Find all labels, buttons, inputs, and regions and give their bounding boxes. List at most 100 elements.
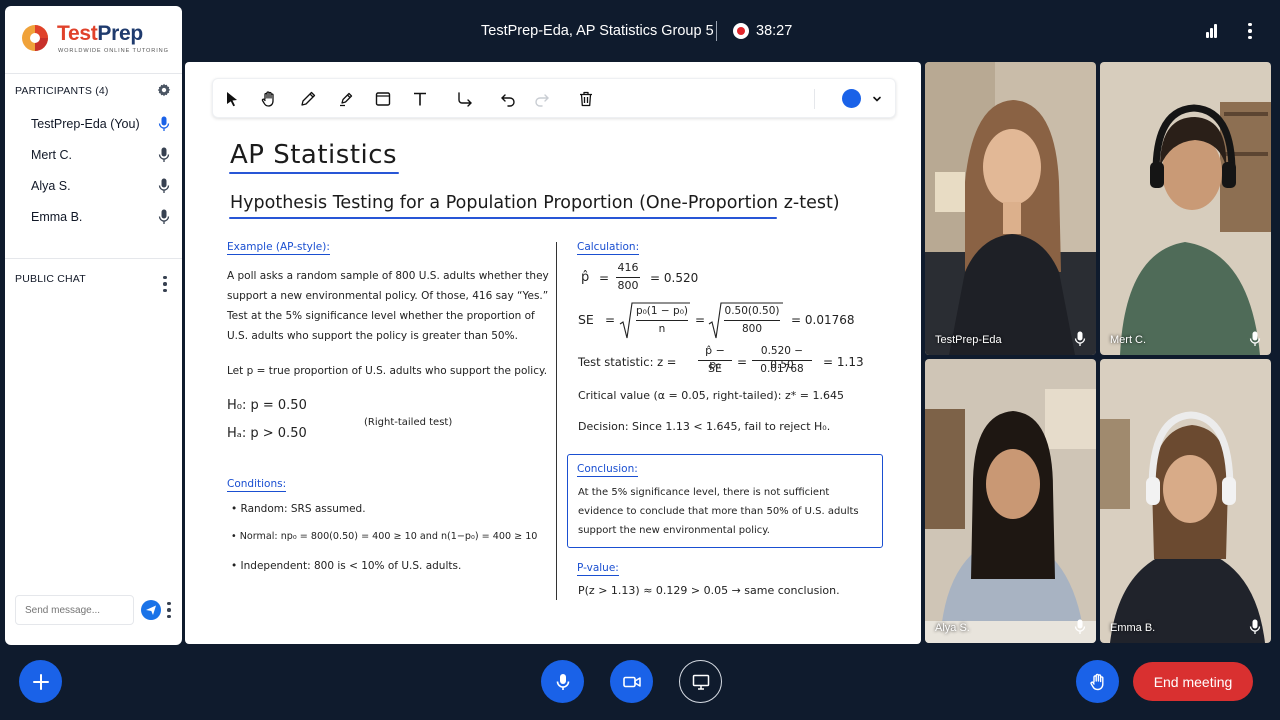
equals-sign: = <box>695 313 706 327</box>
conditions-heading: Conditions: <box>227 478 287 492</box>
mic-icon <box>556 673 569 690</box>
divider <box>5 73 182 74</box>
participant-video <box>1100 359 1271 643</box>
sidebar: TestPrep WORLDWIDE ONLINE TUTORING PARTI… <box>5 6 182 645</box>
phat-denominator: 800 <box>617 279 639 292</box>
camera-button[interactable] <box>610 660 653 703</box>
trash-icon[interactable] <box>575 88 597 110</box>
subtitle-underline <box>229 217 777 219</box>
testprep-logo: TestPrep WORLDWIDE ONLINE TUTORING <box>19 20 179 66</box>
phat-numerator: 416 <box>617 261 639 274</box>
fraction-bar <box>616 277 640 278</box>
divider <box>5 258 182 259</box>
logo-tagline: WORLDWIDE ONLINE TUTORING <box>58 48 169 54</box>
z-label: Test statistic: z = <box>578 355 677 369</box>
alternative-hypothesis: Hₐ: p > 0.50 <box>227 426 307 441</box>
board-title: AP Statistics <box>230 140 398 170</box>
example-line: support a new environmental policy. Of t… <box>227 290 549 302</box>
send-icon <box>146 605 156 615</box>
hand-icon <box>1089 673 1103 690</box>
column-divider <box>556 242 557 600</box>
calculation-heading: Calculation: <box>577 241 640 255</box>
mic-icon <box>1074 331 1086 346</box>
pvalue-heading: P-value: <box>577 562 619 576</box>
text-icon[interactable] <box>409 88 431 110</box>
fraction-bar <box>698 360 732 361</box>
end-meeting-button[interactable]: End meeting <box>1133 662 1253 701</box>
public-chat-heading: PUBLIC CHAT <box>15 273 86 285</box>
se-label: SE <box>578 312 594 327</box>
participant-row[interactable]: TestPrep-Eda (You) <box>31 114 176 136</box>
chevron-down-icon[interactable] <box>871 93 883 105</box>
send-button[interactable] <box>141 600 161 620</box>
mic-icon <box>1074 619 1086 634</box>
whiteboard[interactable]: AP Statistics Hypothesis Testing for a P… <box>185 62 921 644</box>
conclusion-heading: Conclusion: <box>577 463 638 477</box>
phat-label: p̂ <box>581 270 590 285</box>
video-tile[interactable]: Alya S. <box>925 359 1096 643</box>
condition-item: • Normal: np₀ = 800(0.50) = 400 ≥ 10 and… <box>231 531 538 542</box>
z-denominator-value: 0.01768 <box>760 363 804 375</box>
more-options-icon[interactable] <box>1243 20 1257 42</box>
participant-name: Mert C. <box>31 148 72 162</box>
mic-icon[interactable] <box>158 116 170 132</box>
participant-video <box>925 62 1096 355</box>
screen-share-button[interactable] <box>679 660 722 703</box>
color-picker[interactable] <box>842 89 861 108</box>
equals-sign: = <box>605 313 616 327</box>
video-tile[interactable]: Emma B. <box>1100 359 1271 643</box>
parameter-definition: Let p = true proportion of U.S. adults w… <box>227 365 548 377</box>
divider <box>814 89 815 109</box>
equals-sign: = <box>599 271 610 285</box>
divider <box>716 21 717 41</box>
pencil-icon[interactable] <box>297 88 319 110</box>
gear-icon[interactable] <box>157 83 171 97</box>
condition-item: • Random: SRS assumed. <box>231 503 366 515</box>
participant-row[interactable]: Alya S. <box>31 176 176 198</box>
logo-icon <box>22 25 48 51</box>
whiteboard-toolbar <box>212 78 896 118</box>
select-icon[interactable] <box>221 88 243 110</box>
raise-hand-button[interactable] <box>1076 660 1119 703</box>
tail-note: (Right-tailed test) <box>364 417 453 428</box>
critical-value: Critical value (α = 0.05, right-tailed):… <box>578 389 844 402</box>
fraction-bar <box>636 320 688 321</box>
mic-icon[interactable] <box>158 209 170 225</box>
null-hypothesis: H₀: p = 0.50 <box>227 398 307 413</box>
participant-name: Emma B. <box>31 210 83 224</box>
video-tile[interactable]: TestPrep-Eda <box>925 62 1096 355</box>
screen-icon <box>692 674 709 690</box>
z-value: = 1.13 <box>823 355 864 369</box>
logo-text: TestPrep <box>57 22 143 45</box>
signal-icon[interactable] <box>1206 24 1220 38</box>
board-subtitle: Hypothesis Testing for a Population Prop… <box>230 193 840 213</box>
chat-input[interactable] <box>15 595 134 625</box>
phat-value: = 0.520 <box>650 271 699 285</box>
hand-icon[interactable] <box>258 88 280 110</box>
se-numerator: p₀(1 − p₀) <box>635 305 689 317</box>
microphone-button[interactable] <box>541 660 584 703</box>
mic-icon <box>1249 619 1261 634</box>
decision: Decision: Since 1.13 < 1.645, fail to re… <box>578 420 831 433</box>
chat-menu-icon[interactable] <box>159 274 171 294</box>
video-tile[interactable]: Mert C. <box>1100 62 1271 355</box>
chat-options-icon[interactable] <box>163 600 175 620</box>
participant-row[interactable]: Mert C. <box>31 145 176 167</box>
highlighter-icon[interactable] <box>335 88 357 110</box>
equals-sign: = <box>737 355 748 369</box>
rectangle-icon[interactable] <box>372 88 394 110</box>
mic-icon[interactable] <box>158 178 170 194</box>
example-line: A poll asks a random sample of 800 U.S. … <box>227 270 549 282</box>
connector-icon[interactable] <box>454 88 476 110</box>
example-line: U.S. adults who support the policy is gr… <box>227 330 518 342</box>
mic-icon <box>1249 331 1261 346</box>
se-numerator-value: 0.50(0.50) <box>724 305 780 317</box>
redo-icon[interactable] <box>531 88 553 110</box>
fraction-bar <box>724 320 780 321</box>
undo-icon[interactable] <box>497 88 519 110</box>
add-button[interactable] <box>19 660 62 703</box>
video-name-label: Alya S. <box>935 622 970 634</box>
participant-row[interactable]: Emma B. <box>31 207 176 229</box>
example-heading: Example (AP-style): <box>227 241 330 255</box>
mic-icon[interactable] <box>158 147 170 163</box>
